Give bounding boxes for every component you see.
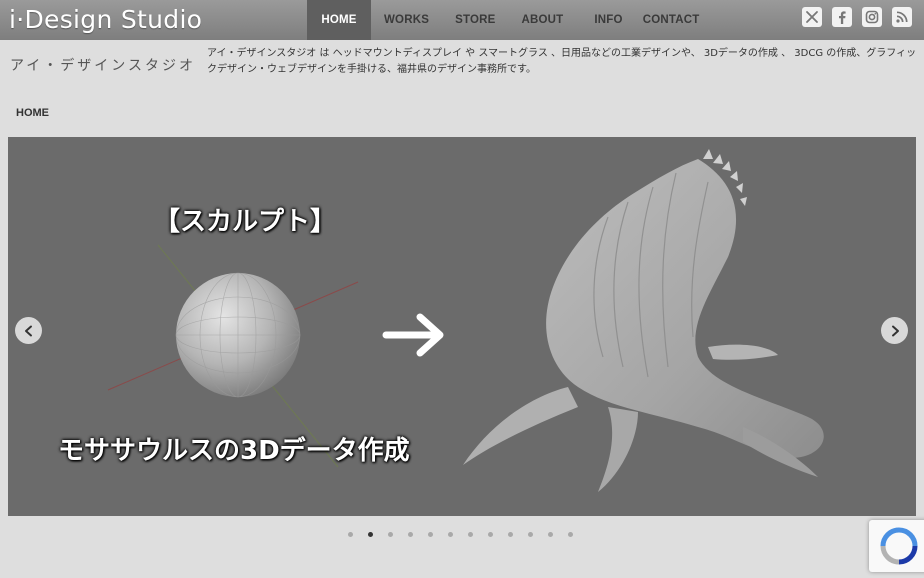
recaptcha-badge[interactable] (869, 520, 924, 572)
nav-store[interactable]: STORE (442, 0, 508, 40)
slider-dot[interactable] (548, 532, 553, 537)
slider-dot[interactable] (568, 532, 573, 537)
slider-pagination (348, 532, 573, 537)
slider-prev-button[interactable] (15, 317, 42, 344)
nav-about[interactable]: ABOUT (509, 0, 577, 40)
chevron-left-icon (24, 325, 32, 336)
slider-dot[interactable] (508, 532, 513, 537)
slider-dot[interactable] (388, 532, 393, 537)
slider-dot[interactable] (348, 532, 353, 537)
site-logo[interactable]: i·Design Studio (9, 3, 202, 37)
chevron-right-icon (891, 325, 899, 336)
slider-dot[interactable] (488, 532, 493, 537)
slide-heading: 【スカルプト】 (154, 207, 337, 237)
slider-dot[interactable] (448, 532, 453, 537)
slider-dot[interactable] (468, 532, 473, 537)
slider-dot[interactable] (528, 532, 533, 537)
instagram-icon[interactable] (862, 7, 882, 27)
nav-info[interactable]: INFO (576, 0, 640, 40)
slider-next-button[interactable] (881, 317, 908, 344)
nav-contact[interactable]: CONTACT (641, 0, 706, 40)
slider-dot[interactable] (428, 532, 433, 537)
recaptcha-icon (880, 527, 918, 565)
breadcrumb[interactable]: HOME (16, 107, 49, 119)
slide-caption: モササウルスの3Dデータ作成 (58, 436, 410, 466)
facebook-icon[interactable] (832, 7, 852, 27)
slider-dot[interactable] (408, 532, 413, 537)
x-icon[interactable] (802, 7, 822, 27)
top-bar: i·Design Studio HOME WORKS STORE ABOUT I… (0, 0, 924, 40)
nav-home[interactable]: HOME (307, 0, 371, 40)
slider-dot[interactable] (368, 532, 373, 537)
hero-slider: 【スカルプト】 モササウルスの3Dデータ作成 (8, 137, 916, 516)
main-nav: HOME WORKS STORE ABOUT INFO CONTACT (307, 0, 705, 40)
site-kana-name: アイ・デザインスタジオ (10, 58, 197, 74)
nav-works[interactable]: WORKS (371, 0, 442, 40)
site-description: アイ・デザインスタジオ は ヘッドマウントディスプレイ や スマートグラス 、日… (207, 48, 917, 75)
rss-icon[interactable] (892, 7, 912, 27)
